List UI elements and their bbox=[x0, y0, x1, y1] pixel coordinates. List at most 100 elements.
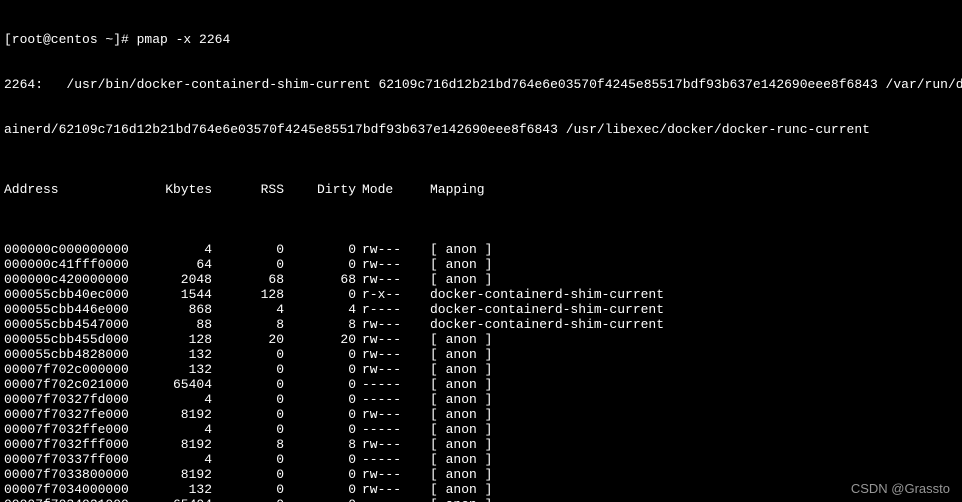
cell-dirty: 0 bbox=[284, 407, 356, 422]
cell-mode: rw--- bbox=[356, 467, 422, 482]
cell-mode: r-x-- bbox=[356, 287, 422, 302]
cell-rss: 0 bbox=[212, 482, 284, 497]
cell-mode: rw--- bbox=[356, 317, 422, 332]
cell-dirty: 0 bbox=[284, 467, 356, 482]
cell-dirty: 20 bbox=[284, 332, 356, 347]
cell-rss: 4 bbox=[212, 302, 284, 317]
cell-mapping: [ anon ] bbox=[422, 257, 958, 272]
cell-dirty: 0 bbox=[284, 362, 356, 377]
cell-dirty: 0 bbox=[284, 257, 356, 272]
cell-mode: ----- bbox=[356, 452, 422, 467]
table-row: 00007f70337ff000400-----[ anon ] bbox=[4, 452, 958, 467]
header-dirty: Dirty bbox=[284, 182, 356, 197]
cell-mapping: [ anon ] bbox=[422, 467, 958, 482]
cell-kbytes: 64 bbox=[144, 257, 212, 272]
cell-rss: 0 bbox=[212, 452, 284, 467]
cell-mapping: [ anon ] bbox=[422, 392, 958, 407]
table-row: 00007f7033800000819200rw---[ anon ] bbox=[4, 467, 958, 482]
cell-address: 000055cbb455d000 bbox=[4, 332, 144, 347]
cell-rss: 0 bbox=[212, 467, 284, 482]
cell-mapping: [ anon ] bbox=[422, 437, 958, 452]
cell-mode: rw--- bbox=[356, 332, 422, 347]
table-row: 000055cbb482800013200rw---[ anon ] bbox=[4, 347, 958, 362]
cell-rss: 20 bbox=[212, 332, 284, 347]
cell-rss: 0 bbox=[212, 377, 284, 392]
table-row: 00007f702c00000013200rw---[ anon ] bbox=[4, 362, 958, 377]
cell-kbytes: 2048 bbox=[144, 272, 212, 287]
table-row: 000055cbb446e00086844r----docker-contain… bbox=[4, 302, 958, 317]
cell-address: 000055cbb40ec000 bbox=[4, 287, 144, 302]
cell-rss: 8 bbox=[212, 437, 284, 452]
cell-dirty: 0 bbox=[284, 392, 356, 407]
cell-mapping: [ anon ] bbox=[422, 347, 958, 362]
cell-dirty: 68 bbox=[284, 272, 356, 287]
cell-address: 00007f702c000000 bbox=[4, 362, 144, 377]
header-rss: RSS bbox=[212, 182, 284, 197]
cell-dirty: 8 bbox=[284, 317, 356, 332]
cell-dirty: 0 bbox=[284, 377, 356, 392]
cell-rss: 0 bbox=[212, 497, 284, 502]
cell-rss: 0 bbox=[212, 257, 284, 272]
cell-address: 00007f70327fd000 bbox=[4, 392, 144, 407]
cell-mode: ----- bbox=[356, 497, 422, 502]
cell-mode: rw--- bbox=[356, 242, 422, 257]
table-row: 00007f7032ffe000400-----[ anon ] bbox=[4, 422, 958, 437]
cell-address: 000055cbb4828000 bbox=[4, 347, 144, 362]
cell-rss: 128 bbox=[212, 287, 284, 302]
cell-mode: rw--- bbox=[356, 257, 422, 272]
command-line: [root@centos ~]# pmap -x 2264 bbox=[4, 32, 958, 47]
table-row: 000000c000000000400rw---[ anon ] bbox=[4, 242, 958, 257]
cell-kbytes: 4 bbox=[144, 242, 212, 257]
watermark: CSDN @Grassto bbox=[851, 481, 950, 496]
cell-rss: 0 bbox=[212, 242, 284, 257]
table-row: 00007f70327fd000400-----[ anon ] bbox=[4, 392, 958, 407]
cell-kbytes: 1544 bbox=[144, 287, 212, 302]
table-row: 000000c41fff00006400rw---[ anon ] bbox=[4, 257, 958, 272]
cell-kbytes: 88 bbox=[144, 317, 212, 332]
cell-address: 000055cbb446e000 bbox=[4, 302, 144, 317]
cell-mode: rw--- bbox=[356, 407, 422, 422]
cell-mapping: [ anon ] bbox=[422, 242, 958, 257]
cell-mode: rw--- bbox=[356, 362, 422, 377]
table-row: 00007f7032fff000819288rw---[ anon ] bbox=[4, 437, 958, 452]
cell-dirty: 8 bbox=[284, 437, 356, 452]
cell-mode: ----- bbox=[356, 392, 422, 407]
table-header: Address Kbytes RSS Dirty Mode Mapping bbox=[4, 182, 958, 197]
cell-kbytes: 65404 bbox=[144, 497, 212, 502]
cell-kbytes: 132 bbox=[144, 362, 212, 377]
cell-rss: 0 bbox=[212, 392, 284, 407]
cell-kbytes: 4 bbox=[144, 422, 212, 437]
cell-mapping: [ anon ] bbox=[422, 407, 958, 422]
cell-rss: 0 bbox=[212, 347, 284, 362]
cell-dirty: 0 bbox=[284, 452, 356, 467]
cell-mapping: [ anon ] bbox=[422, 452, 958, 467]
cell-mode: ----- bbox=[356, 422, 422, 437]
table-row: 000055cbb45470008888rw---docker-containe… bbox=[4, 317, 958, 332]
cell-address: 00007f70327fe000 bbox=[4, 407, 144, 422]
process-info-line-2: ainerd/62109c716d12b21bd764e6e03570f4245… bbox=[4, 122, 958, 137]
cell-dirty: 0 bbox=[284, 242, 356, 257]
cell-dirty: 0 bbox=[284, 497, 356, 502]
table-row: 00007f702c0210006540400-----[ anon ] bbox=[4, 377, 958, 392]
table-row: 000055cbb40ec00015441280r-x--docker-cont… bbox=[4, 287, 958, 302]
cell-mapping: [ anon ] bbox=[422, 497, 958, 502]
cell-kbytes: 4 bbox=[144, 452, 212, 467]
cell-kbytes: 65404 bbox=[144, 377, 212, 392]
table-row: 000000c42000000020486868rw---[ anon ] bbox=[4, 272, 958, 287]
cell-mode: rw--- bbox=[356, 272, 422, 287]
cell-rss: 0 bbox=[212, 422, 284, 437]
cell-address: 00007f7032ffe000 bbox=[4, 422, 144, 437]
cell-mapping: [ anon ] bbox=[422, 272, 958, 287]
cell-mapping: [ anon ] bbox=[422, 332, 958, 347]
cell-kbytes: 132 bbox=[144, 482, 212, 497]
cell-mode: ----- bbox=[356, 377, 422, 392]
entered-command: pmap -x 2264 bbox=[137, 32, 231, 47]
cell-address: 00007f702c021000 bbox=[4, 377, 144, 392]
cell-mapping: [ anon ] bbox=[422, 377, 958, 392]
cell-rss: 8 bbox=[212, 317, 284, 332]
cell-rss: 0 bbox=[212, 407, 284, 422]
cell-dirty: 0 bbox=[284, 347, 356, 362]
cell-mapping: docker-containerd-shim-current bbox=[422, 287, 958, 302]
header-address: Address bbox=[4, 182, 144, 197]
cell-mode: r---- bbox=[356, 302, 422, 317]
